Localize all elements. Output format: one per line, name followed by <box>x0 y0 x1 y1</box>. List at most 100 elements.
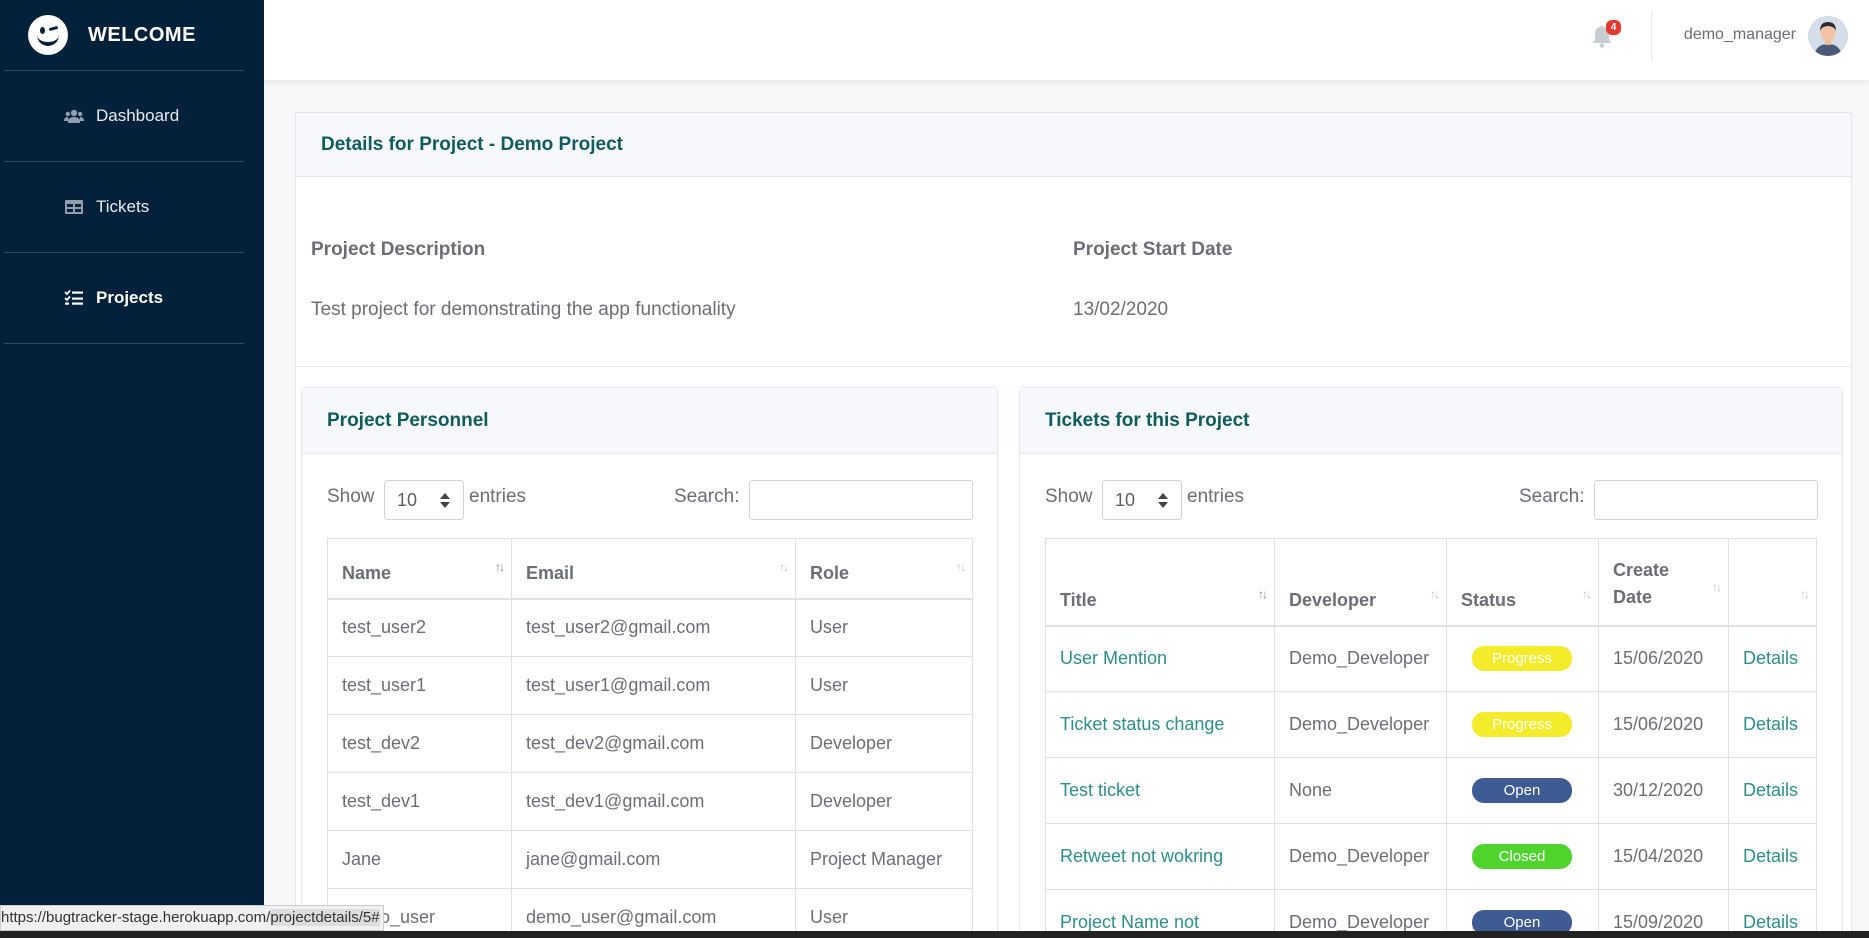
search-input[interactable] <box>1594 480 1818 520</box>
cell-name: test_user1 <box>327 656 512 715</box>
start-date-label: Project Start Date <box>1073 239 1233 260</box>
sort-icon: ↑↓ <box>1430 586 1440 601</box>
caret-up-icon <box>1158 493 1168 499</box>
column-header-email[interactable]: Email ↑↓ <box>511 538 796 600</box>
description-label: Project Description <box>311 239 486 260</box>
users-icon <box>64 109 84 123</box>
column-label: Developer <box>1289 589 1377 610</box>
list-icon <box>64 290 83 305</box>
column-label: Role <box>810 562 850 583</box>
cell-email: test_dev1@gmail.com <box>511 772 796 831</box>
column-label: Create Date <box>1613 559 1670 607</box>
sort-icon: ↑↓ <box>1712 579 1722 594</box>
divider <box>4 343 244 344</box>
tickets-table: Title ↑↓ Developer ↑↓ Status ↑↓ Create Date… <box>1045 538 1817 938</box>
status-url-highlight: projectdetails/5# <box>270 909 380 926</box>
cell-name: test_user2 <box>327 598 512 657</box>
status-badge: Closed <box>1472 844 1572 869</box>
brand[interactable]: WELCOME <box>0 0 264 70</box>
cell-name: Jane <box>327 830 512 889</box>
cell-role: Project Manager <box>795 830 973 889</box>
entries-select-value: 10 <box>1115 490 1136 510</box>
sort-icon: ↑↓ <box>1582 586 1592 601</box>
cell-developer: Demo_Developer <box>1274 691 1447 758</box>
avatar[interactable] <box>1808 16 1848 56</box>
column-label: Email <box>526 562 575 583</box>
show-label: Show <box>327 486 375 507</box>
ticket-title-link[interactable]: User Mention <box>1060 648 1167 668</box>
table-row: Jane jane@gmail.com Project Manager <box>327 830 973 889</box>
column-label: Name <box>342 562 392 583</box>
cell-name: test_dev1 <box>327 772 512 831</box>
column-header-create-date[interactable]: Create Date ↑↓ <box>1598 538 1729 627</box>
details-link[interactable]: Details <box>1743 780 1798 800</box>
ticket-title-link[interactable]: Test ticket <box>1060 780 1140 800</box>
entries-label: entries <box>469 486 527 507</box>
sidebar-item-label: Projects <box>96 288 164 307</box>
column-header-title[interactable]: Title ↑↓ <box>1045 538 1275 627</box>
table-row: test_user1 test_user1@gmail.com User <box>327 656 973 715</box>
details-link[interactable]: Details <box>1743 648 1798 668</box>
cell-email: test_user2@gmail.com <box>511 598 796 657</box>
card-header: Details for Project - Demo Project <box>296 113 1851 177</box>
ticket-title-link[interactable]: Retweet not wokring <box>1060 846 1223 866</box>
column-header-status[interactable]: Status ↑↓ <box>1446 538 1599 627</box>
table-icon <box>65 200 83 214</box>
browser-status-bar: https://bugtracker-stage.herokuapp.com/p… <box>0 905 384 931</box>
notification-bell[interactable]: 4 <box>1591 20 1621 48</box>
table-row: User Mention Demo_Developer Progress 15/… <box>1045 625 1817 692</box>
personnel-title: Project Personnel <box>327 409 489 431</box>
cell-role: Developer <box>795 772 973 831</box>
search-label: Search: <box>674 486 740 507</box>
column-header-name[interactable]: Name ↑↓ <box>327 538 512 600</box>
card-header: Project Personnel <box>302 388 997 454</box>
column-header-actions[interactable]: ↑↓ <box>1728 538 1817 627</box>
top-header: 4 demo_manager <box>264 0 1869 80</box>
notification-count-badge: 4 <box>1606 20 1621 35</box>
column-header-developer[interactable]: Developer ↑↓ <box>1274 538 1447 627</box>
entries-select[interactable]: 10 <box>1102 480 1182 520</box>
search-label: Search: <box>1519 486 1585 507</box>
table-row: test_dev1 test_dev1@gmail.com Developer <box>327 772 973 831</box>
tickets-card: Tickets for this Project Show 10 entries… <box>1019 387 1843 938</box>
show-label: Show <box>1045 486 1093 507</box>
start-date-value: 13/02/2020 <box>1073 299 1169 320</box>
column-label: Title <box>1060 589 1097 610</box>
project-info: Project Description Test project for dem… <box>296 177 1851 367</box>
cell-developer: Demo_Developer <box>1274 625 1447 692</box>
caret-up-icon <box>440 493 450 499</box>
table-row: test_user2 test_user2@gmail.com User <box>327 598 973 657</box>
personnel-card: Project Personnel Show 10 entries Search… <box>301 387 998 938</box>
ticket-title-link[interactable]: Ticket status change <box>1060 714 1224 734</box>
username[interactable]: demo_manager <box>1684 26 1796 44</box>
search-input[interactable] <box>749 480 973 520</box>
cell-create-date: 15/06/2020 <box>1598 625 1729 692</box>
table-controls: Show 10 entries Search: <box>1020 454 1842 538</box>
table-row: Test ticket None Open 30/12/2020 Details <box>1045 757 1817 824</box>
sidebar-item-label: Dashboard <box>96 106 180 125</box>
ticket-title-link[interactable]: Project Name not <box>1060 912 1199 932</box>
table-row: Retweet not wokring Demo_Developer Close… <box>1045 823 1817 890</box>
details-link[interactable]: Details <box>1743 846 1798 866</box>
details-link[interactable]: Details <box>1743 912 1798 932</box>
sidebar-item-projects[interactable]: Projects <box>0 253 264 343</box>
cell-email: jane@gmail.com <box>511 830 796 889</box>
cell-role: Developer <box>795 714 973 773</box>
sort-icon: ↑↓ <box>1800 586 1810 601</box>
sort-icon: ↑↓ <box>956 559 966 574</box>
details-link[interactable]: Details <box>1743 714 1798 734</box>
column-header-role[interactable]: Role ↑↓ <box>795 538 973 600</box>
caret-down-icon <box>1158 502 1168 508</box>
sidebar-item-tickets[interactable]: Tickets <box>0 162 264 252</box>
wink-logo-icon <box>28 15 68 55</box>
sort-icon: ↑↓ <box>779 559 789 574</box>
cell-email: test_user1@gmail.com <box>511 656 796 715</box>
cell-developer: None <box>1274 757 1447 824</box>
cell-create-date: 15/04/2020 <box>1598 823 1729 890</box>
table-controls: Show 10 entries Search: <box>302 454 997 538</box>
brand-title: WELCOME <box>88 23 196 46</box>
divider <box>1651 12 1652 60</box>
entries-select[interactable]: 10 <box>384 480 464 520</box>
sidebar-item-dashboard[interactable]: Dashboard <box>0 71 264 161</box>
cell-email: test_dev2@gmail.com <box>511 714 796 773</box>
